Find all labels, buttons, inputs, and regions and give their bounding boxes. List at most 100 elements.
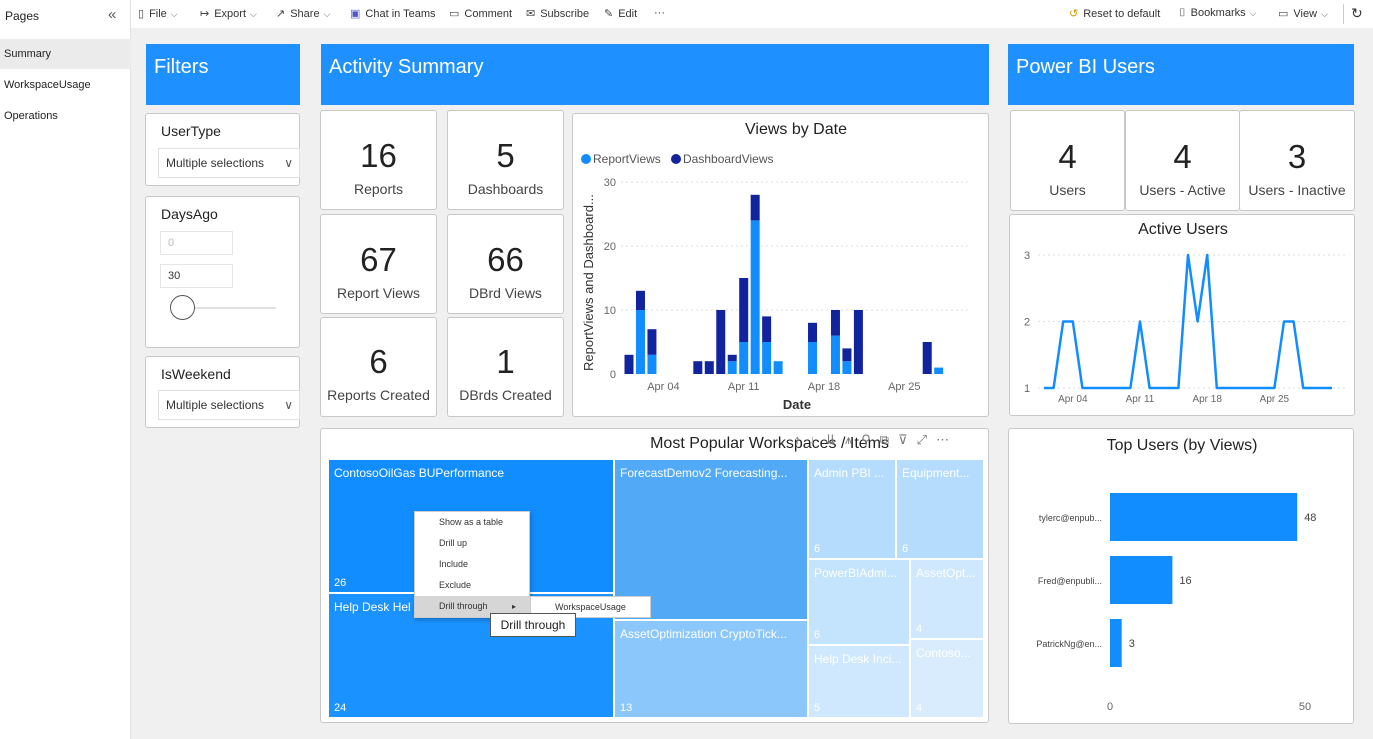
expand-all-icon[interactable]: ⩚ — [845, 432, 861, 447]
kpi-label: Report Views — [336, 285, 420, 301]
chat-in-teams-button[interactable]: ▣ Chat in Teams — [350, 7, 436, 20]
reset-to-default-button[interactable]: ↺ Reset to default — [1069, 7, 1160, 20]
view-icon: ▭ — [1278, 8, 1289, 20]
category-label: PatrickNg@en... — [1036, 639, 1102, 649]
kpi-label: DBrds Created — [459, 387, 552, 403]
bookmarks-menu[interactable]: ⌷ Bookmarks ⌵ — [1179, 7, 1256, 20]
treemap-tile[interactable]: Help Desk Inci... 5 — [808, 645, 910, 718]
treemap-tile[interactable]: Admin PBI ... 6 — [808, 459, 896, 559]
daysago-max-input[interactable]: 30 — [160, 264, 233, 288]
legend-label-reportviews[interactable]: ReportViews — [593, 152, 661, 166]
daysago-min-input[interactable]: 0 — [160, 231, 233, 255]
bar — [1110, 493, 1298, 541]
chevron-down-icon: ∨ — [284, 398, 293, 412]
filter-icon[interactable]: ⊽ — [898, 432, 917, 447]
filters-header: Filters — [146, 44, 300, 105]
data-label: 48 — [1304, 512, 1316, 524]
pencil-icon: ✎ — [604, 8, 614, 20]
file-icon: ▯ — [138, 8, 145, 20]
bar-segment — [762, 316, 772, 342]
expand-next-level-icon[interactable]: ⇊ — [825, 432, 845, 447]
y-tick-label: 1 — [1024, 383, 1030, 395]
edit-button[interactable]: ✎ Edit — [604, 7, 637, 20]
kpi-card-users: 4 Users — [1010, 110, 1125, 211]
treemap-tile[interactable]: AssetOpt... 4 — [910, 559, 984, 639]
share-menu[interactable]: ↗ Share ⌵ — [276, 7, 330, 20]
comment-button[interactable]: ▭ Comment — [449, 7, 512, 20]
bar-segment — [934, 367, 944, 374]
focus-mode-icon[interactable]: ⤢ — [917, 432, 936, 447]
bar — [1110, 619, 1122, 667]
kpi-label: DBrd Views — [469, 285, 542, 301]
subscribe-button[interactable]: ✉ Subscribe — [526, 7, 589, 20]
data-label: 16 — [1179, 575, 1191, 587]
kpi-value: 67 — [360, 241, 397, 278]
share-icon: ↗ — [276, 8, 286, 20]
menu-item-exclude[interactable]: Exclude — [415, 575, 530, 596]
collapse-pages-icon[interactable]: « — [108, 6, 116, 23]
slicer-title: UserType — [161, 123, 221, 139]
menu-item-show-as-table[interactable]: Show as a table — [415, 512, 530, 533]
treemap-tile[interactable]: Equipment... 6 — [896, 459, 984, 559]
more-options-icon[interactable]: ⋯ — [936, 432, 958, 447]
bar-segment — [842, 361, 852, 374]
power-bi-users-header: Power BI Users — [1008, 44, 1354, 105]
top-users-plot: tylerc@enpub... 48 Fred@enpubli... 16 Patric… — [1036, 493, 1316, 713]
chevron-down-icon: ∨ — [284, 156, 293, 170]
treemap-tile[interactable]: AssetOptimization CryptoTick... 13 — [614, 620, 808, 718]
slider-handle[interactable] — [170, 295, 195, 320]
file-menu[interactable]: ▯ File ⌵ — [138, 7, 178, 20]
active-users-plot: 1 2 3 Apr 04 Apr 11 Apr 18 Apr 25 — [1024, 250, 1346, 405]
kpi-label: Dashboards — [467, 181, 544, 197]
toolbar: ▯ File ⌵ ↦ Export ⌵ ↗ Share ⌵ ▣ Chat in Teams ▭… — [131, 0, 1373, 28]
bar-segment — [624, 354, 634, 374]
usertype-slicer: UserType Multiple selections ∨ — [145, 113, 300, 186]
y-tick-label: 20 — [604, 241, 616, 253]
kpi-label: Users - Active — [1139, 182, 1226, 198]
x-tick-label: 0 — [1107, 701, 1113, 713]
menu-item-include[interactable]: Include — [415, 554, 530, 575]
isweekend-slicer: IsWeekend Multiple selections ∨ — [145, 356, 300, 428]
bar-segment — [647, 354, 657, 374]
views-by-date-chart: Views by Date ReportViews DashboardViews… — [572, 113, 989, 417]
kpi-label: Users - Inactive — [1248, 182, 1346, 198]
legend-label-dashboardviews[interactable]: DashboardViews — [683, 152, 774, 166]
bar-segment — [635, 310, 645, 374]
x-tick-label: Apr 04 — [1058, 394, 1088, 405]
x-tick-label: Apr 04 — [647, 381, 679, 393]
kpi-label: Reports — [353, 181, 404, 197]
page-item-summary[interactable]: Summary — [0, 39, 131, 69]
page-item-operations[interactable]: Operations — [0, 101, 131, 131]
drill-up-icon[interactable]: ↑ — [794, 432, 810, 447]
usertype-dropdown[interactable]: Multiple selections ∨ — [158, 148, 300, 178]
export-menu[interactable]: ↦ Export ⌵ — [200, 7, 257, 20]
treemap-tile[interactable]: Contoso... 4 — [910, 639, 984, 718]
views-by-date-plot: 0 10 20 30 Apr 04 Apr 11 Apr 18 Apr 25 — [604, 177, 968, 393]
chevron-down-icon: ⌵ — [1321, 9, 1328, 19]
kpi-value: 4 — [1058, 138, 1077, 175]
refresh-icon[interactable]: ↻ — [1351, 5, 1363, 22]
kpi-card-users-inactive: 3 Users - Inactive — [1239, 110, 1355, 211]
kpi-value: 66 — [487, 241, 524, 278]
view-menu[interactable]: ▭ View ⌵ — [1278, 7, 1328, 20]
pages-panel: Pages « Summary WorkspaceUsage Operation… — [0, 0, 131, 739]
page-item-workspaceusage[interactable]: WorkspaceUsage — [0, 70, 131, 100]
bar-segment — [727, 361, 737, 374]
views-by-date-svg: Views by Date ReportViews DashboardViews… — [581, 121, 968, 412]
treemap-tile[interactable]: PowerBIAdmi... 6 — [808, 559, 910, 645]
kpi-value: 16 — [360, 137, 397, 174]
drill-down-icon[interactable]: ↓ — [810, 432, 826, 447]
bar-segment — [808, 342, 818, 374]
menu-item-drill-up[interactable]: Drill up — [415, 533, 530, 554]
visual-header-icons: ↑↓⇊⩚⚲⧉⊽⤢⋯ — [794, 432, 958, 448]
more-options-button[interactable]: ··· — [654, 7, 665, 19]
copy-icon[interactable]: ⧉ — [880, 432, 898, 447]
kpi-value: 1 — [496, 343, 515, 380]
reset-icon: ↺ — [1069, 8, 1079, 20]
pin-icon[interactable]: ⚲ — [861, 432, 880, 447]
pages-title: Pages — [5, 9, 40, 23]
y-tick-label: 10 — [604, 305, 616, 317]
active-users-svg: Active Users 1 2 3 Apr 04 Apr 11 Apr 18 Apr 25 — [1024, 221, 1346, 405]
isweekend-dropdown[interactable]: Multiple selections ∨ — [158, 390, 300, 420]
kpi-label: Reports Created — [327, 387, 430, 403]
